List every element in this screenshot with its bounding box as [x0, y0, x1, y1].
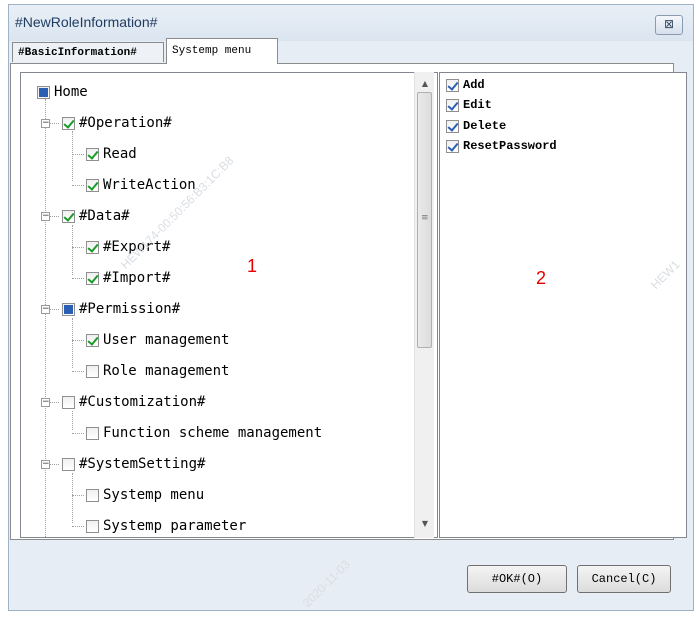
permission-list-panel: Add Edit Delete ResetPassword 2 — [439, 72, 687, 538]
tree-node-label: Role management — [103, 363, 230, 379]
tree-node-user-management[interactable]: User management — [86, 329, 229, 351]
checkbox[interactable] — [86, 426, 99, 440]
tree-node-customization[interactable]: #Customization# — [62, 391, 205, 413]
tree-group-line — [72, 473, 73, 523]
tree-branch — [72, 278, 84, 279]
tree-group-line — [72, 318, 73, 368]
checkbox[interactable] — [86, 364, 99, 378]
tree-group-line — [72, 411, 73, 430]
scroll-down-arrow-icon[interactable]: ▼ — [415, 516, 435, 532]
permission-label: Add — [463, 78, 485, 92]
scroll-up-arrow-icon[interactable]: ▲ — [415, 76, 435, 92]
permission-edit[interactable]: Edit — [446, 95, 492, 115]
menu-tree-panel[interactable]: − − − − − Home #Operation# Read WriteAct… — [20, 72, 438, 538]
tree-branch — [72, 371, 84, 372]
collapse-icon[interactable]: − — [41, 398, 50, 407]
checkbox[interactable] — [37, 85, 50, 99]
tree-root-line — [45, 99, 46, 537]
checkbox[interactable] — [86, 178, 99, 192]
tree-node-operation[interactable]: #Operation# — [62, 112, 172, 134]
annotation-marker-2: 2 — [536, 268, 547, 288]
checkbox[interactable] — [86, 271, 99, 285]
tree-node-label: Systemp parameter — [103, 518, 247, 534]
tree-group-line — [72, 225, 73, 275]
checkbox[interactable] — [86, 333, 99, 347]
tree-node-write-action[interactable]: WriteAction — [86, 174, 196, 196]
checkbox[interactable] — [62, 395, 75, 409]
close-button[interactable]: ⊠ — [655, 15, 683, 35]
tree-node-home[interactable]: Home — [37, 81, 88, 103]
tree-node-role-management[interactable]: Role management — [86, 360, 229, 382]
tree-node-systemp-parameter[interactable]: Systemp parameter — [86, 515, 246, 537]
tree-node-label: Home — [54, 84, 88, 100]
tree-node-function-scheme-management[interactable]: Function scheme management — [86, 422, 322, 444]
collapse-icon[interactable]: − — [41, 119, 50, 128]
title-bar: #NewRoleInformation# ⊠ — [9, 5, 693, 41]
collapse-icon[interactable]: − — [41, 460, 50, 469]
tree-node-label: WriteAction — [103, 177, 196, 193]
ok-button[interactable]: #OK#(O) — [467, 565, 567, 593]
dialog-title: #NewRoleInformation# — [15, 14, 158, 30]
collapse-icon[interactable]: − — [41, 305, 50, 314]
tree-node-permission[interactable]: #Permission# — [62, 298, 180, 320]
permission-reset-password[interactable]: ResetPassword — [446, 136, 557, 156]
tree-node-read[interactable]: Read — [86, 143, 137, 165]
permission-delete[interactable]: Delete — [446, 116, 506, 136]
tree-branch — [72, 526, 84, 527]
tree-node-label: #Customization# — [79, 394, 206, 410]
permission-label: Delete — [463, 119, 507, 133]
tree-node-label: User management — [103, 332, 230, 348]
checkbox[interactable] — [86, 240, 99, 254]
cancel-button[interactable]: Cancel(C) — [577, 565, 671, 593]
tree-node-data[interactable]: #Data# — [62, 205, 130, 227]
tree-node-label: Systemp menu — [103, 487, 205, 503]
annotation-marker-1: 1 — [247, 256, 258, 276]
checkbox[interactable] — [62, 302, 75, 316]
tree-group-line — [72, 131, 73, 181]
tree-vertical-scrollbar[interactable]: ▲ ≡ ▼ — [414, 72, 434, 538]
tree-node-label: #Import# — [103, 270, 171, 286]
checkbox[interactable] — [446, 119, 459, 133]
checkbox[interactable] — [62, 116, 75, 130]
permission-label: ResetPassword — [463, 139, 557, 153]
checkbox[interactable] — [86, 519, 99, 533]
checkbox[interactable] — [62, 209, 75, 223]
checkbox[interactable] — [86, 147, 99, 161]
permission-label: Edit — [463, 98, 492, 112]
tree-node-label: #Permission# — [79, 301, 181, 317]
tree-node-systemp-menu[interactable]: Systemp menu — [86, 484, 204, 506]
tree-node-label: #Operation# — [79, 115, 172, 131]
tree-branch — [72, 154, 84, 155]
tree-branch — [72, 433, 84, 434]
tree-branch — [72, 247, 84, 248]
tree-node-label: #Data# — [79, 208, 130, 224]
checkbox[interactable] — [446, 78, 459, 92]
checkbox[interactable] — [62, 457, 75, 471]
checkbox[interactable] — [446, 139, 459, 153]
permission-add[interactable]: Add — [446, 75, 485, 95]
tree-node-label: Read — [103, 146, 137, 162]
checkbox[interactable] — [446, 98, 459, 112]
tab-systemp-menu[interactable]: Systemp menu — [166, 38, 278, 64]
tree-branch — [72, 495, 84, 496]
checkbox[interactable] — [86, 488, 99, 502]
tree-branch — [72, 185, 84, 186]
tree-node-system-setting[interactable]: #SystemSetting# — [62, 453, 205, 475]
tab-basic-information[interactable]: #BasicInformation# — [12, 42, 164, 62]
scrollbar-thumb[interactable]: ≡ — [417, 92, 432, 348]
tree-node-label: #SystemSetting# — [79, 456, 206, 472]
grip-icon: ≡ — [421, 213, 429, 223]
tree-node-label: Function scheme management — [103, 425, 323, 441]
collapse-icon[interactable]: − — [41, 212, 50, 221]
tree-branch — [72, 340, 84, 341]
